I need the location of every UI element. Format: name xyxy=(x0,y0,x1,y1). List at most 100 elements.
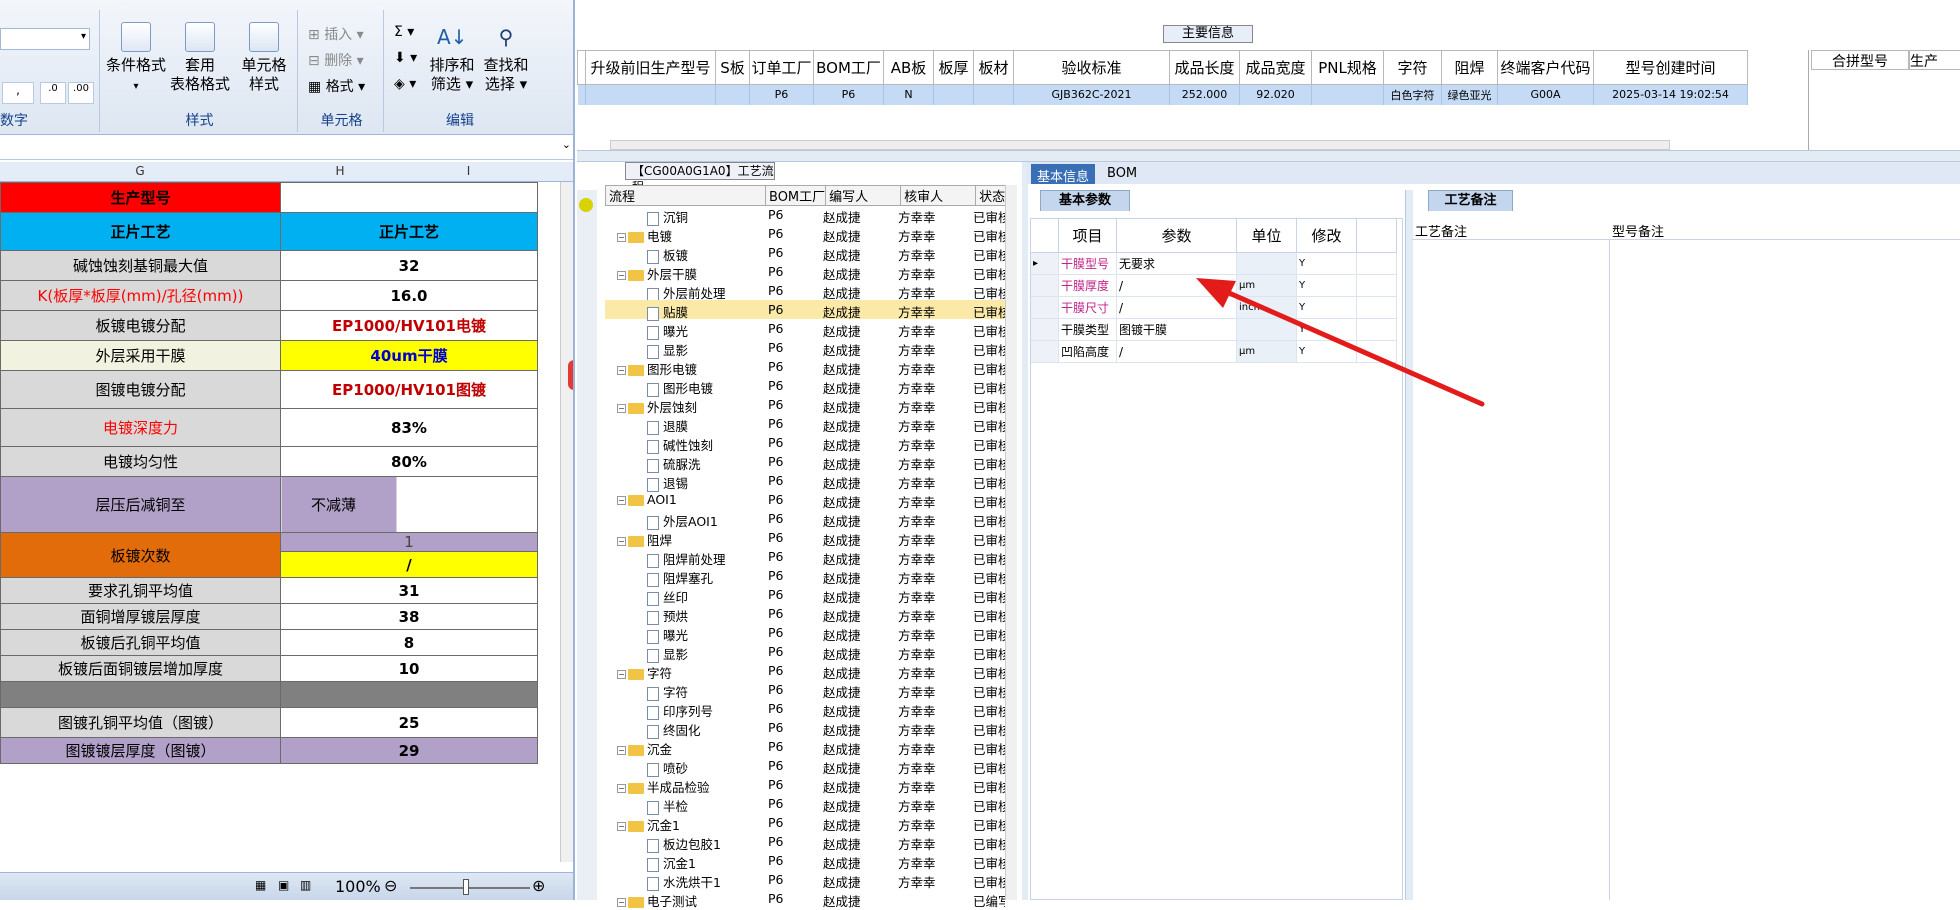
main-cell[interactable] xyxy=(585,84,716,105)
sheet-label-cell[interactable]: 外层采用干膜 xyxy=(0,340,281,371)
main-cell[interactable] xyxy=(715,84,750,105)
column-H[interactable]: H xyxy=(280,164,400,178)
param-col-header[interactable]: 单位 xyxy=(1236,218,1297,253)
main-col-header[interactable]: 板厚 xyxy=(933,50,974,85)
sheet-label-cell[interactable]: 板镀后面铜镀层增加厚度 xyxy=(0,655,281,682)
tree-row[interactable]: 阻焊塞孔 P6 赵成捷 方幸幸 已审核 xyxy=(605,566,1005,587)
sheet-value-cell[interactable]: 38 xyxy=(280,603,538,630)
tree-row[interactable]: 显影 P6 赵成捷 方幸幸 已审核 xyxy=(605,642,1005,663)
tree-col-header[interactable]: 编写人 xyxy=(825,185,902,206)
param-item[interactable]: 干膜厚度 xyxy=(1058,274,1117,297)
collapse-icon[interactable]: − xyxy=(617,404,626,413)
format-as-table-button[interactable]: 套用 表格格式 xyxy=(168,22,232,94)
tree-row[interactable]: 板边包胶1 P6 赵成捷 方幸幸 已审核 xyxy=(605,832,1005,853)
sheet-value-cell[interactable]: 正片工艺 xyxy=(280,212,538,251)
collapse-icon[interactable]: − xyxy=(617,670,626,679)
sheet-label-cell[interactable]: 要求孔铜平均值 xyxy=(0,577,281,604)
zoom-level[interactable]: 100% xyxy=(335,877,381,896)
tree-row[interactable]: 显影 P6 赵成捷 方幸幸 已审核 xyxy=(605,338,1005,359)
collapse-icon[interactable]: − xyxy=(617,537,626,546)
collapse-icon[interactable]: − xyxy=(617,496,626,505)
decrease-decimal-button[interactable]: .00 xyxy=(68,82,94,104)
tree-row[interactable]: 外层AOI1 P6 赵成捷 方幸幸 已审核 xyxy=(605,509,1005,530)
sheet-value-cell[interactable]: 8 xyxy=(280,629,538,656)
collapse-icon[interactable]: − xyxy=(617,366,626,375)
collapse-icon[interactable]: − xyxy=(617,271,626,280)
main-col-header[interactable]: 成品宽度 xyxy=(1239,50,1312,85)
column-I[interactable]: I xyxy=(400,164,537,178)
main-col-header[interactable]: 验收标准 xyxy=(1013,50,1170,85)
sheet-label-cell[interactable]: 生产型号 xyxy=(0,182,281,213)
expand-formula-icon[interactable]: ⌄ xyxy=(562,138,571,151)
param-item[interactable]: 凹陷高度 xyxy=(1058,340,1117,363)
tree-row[interactable]: 图形电镀 P6 赵成捷 方幸幸 已审核 xyxy=(605,376,1005,397)
sheet-label-cell[interactable]: 图镀电镀分配 xyxy=(0,370,281,409)
tree-col-header[interactable]: 流程 xyxy=(605,185,766,206)
sheet-label-cell[interactable]: 板镀电镀分配 xyxy=(0,310,281,341)
main-cell[interactable]: 252.000 xyxy=(1169,84,1240,105)
sheet-value-cell[interactable]: EP1000/HV101图镀 xyxy=(280,370,538,409)
tree-col-header[interactable]: BOM工厂 xyxy=(764,185,827,206)
sheet-value-cell[interactable]: 不减薄 xyxy=(280,476,538,533)
param-edit[interactable]: Y xyxy=(1296,252,1357,275)
main-col-header[interactable]: 升级前旧生产型号 xyxy=(585,50,716,85)
collapse-icon[interactable]: − xyxy=(617,822,626,831)
production-header[interactable]: 生产 xyxy=(1909,50,1960,70)
main-cell[interactable]: 2025-03-14 19:02:54 xyxy=(1593,84,1748,105)
tree-row[interactable]: − 沉金 P6 赵成捷 方幸幸 已审核 xyxy=(605,737,1005,757)
delete-button[interactable]: ⊟ 删除 ▾ xyxy=(308,50,364,70)
sheet-value-cell[interactable]: 25 xyxy=(280,707,538,738)
sort-filter-button[interactable]: A↓ 排序和 筛选 ▾ xyxy=(426,22,478,94)
insert-button[interactable]: ⊞ 插入 ▾ xyxy=(308,24,364,44)
param-col-header[interactable]: 项目 xyxy=(1058,218,1117,253)
tab-basic-info[interactable]: 基本信息 xyxy=(1031,164,1096,185)
main-col-header[interactable]: 阻焊 xyxy=(1441,50,1498,85)
tree-row[interactable]: 阻焊前处理 P6 赵成捷 方幸幸 已审核 xyxy=(605,547,1005,568)
tree-row[interactable]: − 外层干膜 P6 赵成捷 方幸幸 已审核 xyxy=(605,262,1005,282)
column-G[interactable]: G xyxy=(0,164,280,178)
model-remark-area[interactable] xyxy=(1612,240,1960,900)
sheet-label-cell[interactable]: 板镀次数 xyxy=(0,532,281,578)
main-cell[interactable]: N xyxy=(883,84,934,105)
tree-row[interactable]: 终固化 P6 赵成捷 方幸幸 已审核 xyxy=(605,718,1005,739)
sheet-value-cell[interactable]: 32 xyxy=(280,250,538,281)
main-cell[interactable]: 白色字符 xyxy=(1383,84,1442,105)
tree-row[interactable]: 印序列号 P6 赵成捷 方幸幸 已审核 xyxy=(605,699,1005,720)
param-col-header[interactable]: 参数 xyxy=(1116,218,1237,253)
main-cell[interactable] xyxy=(973,84,1014,105)
main-cell[interactable]: GJB362C-2021 xyxy=(1013,84,1170,105)
tree-vscrollbar[interactable] xyxy=(1005,185,1017,900)
view-layout-icon[interactable]: ▣ xyxy=(278,878,289,892)
sheet-value-cell[interactable]: EP1000/HV101电镀 xyxy=(280,310,538,341)
tree-row[interactable]: 曝光 P6 赵成捷 方幸幸 已审核 xyxy=(605,623,1005,644)
horizontal-splitter[interactable] xyxy=(577,150,1960,162)
sheet-label-cell[interactable]: 图镀孔铜平均值（图镀） xyxy=(0,707,281,738)
tree-row[interactable]: − 阻焊 P6 赵成捷 方幸幸 已审核 xyxy=(605,528,1005,548)
main-cell[interactable] xyxy=(1311,84,1384,105)
tree-col-header[interactable]: 核审人 xyxy=(900,185,977,206)
tree-row[interactable]: − 图形电镀 P6 赵成捷 方幸幸 已审核 xyxy=(605,357,1005,377)
tree-row[interactable]: − 电镀 P6 赵成捷 方幸幸 已审核 xyxy=(605,224,1005,244)
main-col-header[interactable]: 终端客户代码 xyxy=(1497,50,1594,85)
sheet-label-cell[interactable]: K(板厚*板厚(mm)/孔径(mm)) xyxy=(0,280,281,311)
comma-button[interactable]: , xyxy=(2,82,34,104)
sheet-label-cell[interactable] xyxy=(0,681,281,708)
formula-bar[interactable]: ⌄ xyxy=(0,136,573,160)
main-col-header[interactable]: 板材 xyxy=(973,50,1014,85)
tree-row[interactable]: 外层前处理 P6 赵成捷 方幸幸 已审核 xyxy=(605,281,1005,302)
zoom-in-button[interactable]: ⊕ xyxy=(532,876,545,895)
sheet-value-cell[interactable]: 10 xyxy=(280,655,538,682)
sheet-label-cell[interactable]: 图镀镀层厚度（图镀） xyxy=(0,737,281,764)
main-col-header[interactable]: 订单工厂 xyxy=(749,50,814,85)
tree-row[interactable]: − 半成品检验 P6 赵成捷 方幸幸 已审核 xyxy=(605,775,1005,795)
tree-row[interactable]: 沉金1 P6 赵成捷 方幸幸 已审核 xyxy=(605,851,1005,872)
view-pagebreak-icon[interactable]: ▥ xyxy=(300,878,311,892)
subtab-basic-params[interactable]: 基本参数 xyxy=(1040,190,1130,211)
format-button[interactable]: ▦ 格式 ▾ xyxy=(308,76,365,96)
fill-button[interactable]: ⬇ ▾ xyxy=(394,50,417,66)
sheet-value-cell[interactable] xyxy=(280,182,538,213)
tree-row[interactable]: 沉铜 P6 赵成捷 方幸幸 已审核 xyxy=(605,205,1005,226)
increase-decimal-button[interactable]: .0 xyxy=(40,82,66,104)
tree-row[interactable]: − 电子测试 P6 赵成捷 已编写 xyxy=(605,889,1005,909)
main-col-header[interactable]: 字符 xyxy=(1383,50,1442,85)
